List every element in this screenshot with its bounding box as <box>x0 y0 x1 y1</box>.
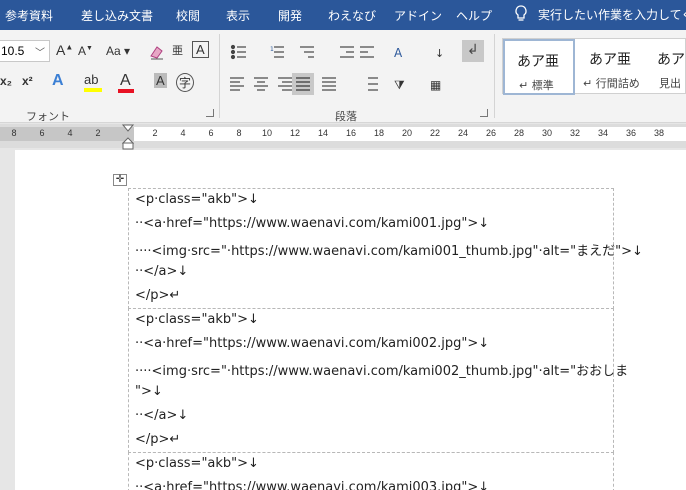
table-cell[interactable] <box>128 308 614 453</box>
ruler-tick: 28 <box>513 128 525 138</box>
ruler-tick: 36 <box>625 128 637 138</box>
ruler-tick: 8 <box>236 128 242 138</box>
code-line: ··<a·href="https://www.waenavi.com/kami0… <box>135 216 490 231</box>
ruler-tick: 24 <box>457 128 469 138</box>
change-case-label: Aa <box>106 44 121 58</box>
ruler-tick: 2 <box>152 128 158 138</box>
ruler-tick: 4 <box>67 128 73 138</box>
style-name: 見出 <box>659 77 681 90</box>
enclose-characters-icon[interactable]: 字 <box>176 73 195 92</box>
text-effects-icon[interactable]: A <box>52 72 64 90</box>
ruler-tick: 38 <box>653 128 665 138</box>
font-group-label: フォント <box>26 110 70 123</box>
style-sample: あア亜 <box>517 54 559 70</box>
group-divider <box>219 34 220 118</box>
svg-text:↓: ↓ <box>435 47 444 60</box>
svg-text:1: 1 <box>270 46 274 53</box>
ruler-tick: 4 <box>180 128 186 138</box>
code-line: ····<img·src="·https://www.waenavi.com/k… <box>135 244 643 259</box>
font-size-value: 10.5 <box>1 44 25 58</box>
paragraph-list-icons[interactable]: 1 A ↓ <box>230 44 450 60</box>
highlight-color-icon[interactable]: ab <box>84 72 98 87</box>
code-line: ··</a>↓ <box>135 264 189 279</box>
ruler-tick: 6 <box>39 128 45 138</box>
styles-gallery: あア亜 ↵ 標準 あア亜 ↵ 行間詰め あア 見出 <box>502 38 686 95</box>
code-line: ··<a·href="https://www.waenavi.com/kami0… <box>135 336 490 351</box>
ruler-tick: 18 <box>373 128 385 138</box>
tab-addins[interactable]: アドイン <box>394 7 442 24</box>
tab-view[interactable]: 表示 <box>226 7 250 24</box>
code-line: ····<img·src="·https://www.waenavi.com/k… <box>135 364 629 379</box>
change-case-button[interactable]: Aa ▾ <box>106 44 130 58</box>
font-color-swatch <box>118 89 134 93</box>
character-shading-icon[interactable]: A <box>154 73 167 88</box>
paragraph-align-icons[interactable]: ⧩ ▦ <box>230 76 460 92</box>
ruler-tick: 2 <box>95 128 101 138</box>
highlight-swatch <box>84 88 102 92</box>
tab-developer[interactable]: 開発 <box>278 7 302 24</box>
style-standard[interactable]: あア亜 ↵ 標準 <box>503 39 575 95</box>
justify-icon <box>296 77 310 91</box>
tab-help[interactable]: ヘルプ <box>456 7 492 24</box>
character-border-icon[interactable]: A <box>192 41 209 58</box>
code-line: ··</a>↓ <box>135 408 189 423</box>
code-line: </p>↵ <box>135 432 181 447</box>
tell-me-text: 実行したい作業を入力してくださ <box>538 7 686 22</box>
justify-button[interactable] <box>292 73 314 95</box>
table-move-handle-icon[interactable]: ✛ <box>113 174 127 186</box>
font-dialog-launcher-icon[interactable] <box>206 109 214 117</box>
code-line: ">↓ <box>135 384 163 399</box>
style-name: ↵ 標準 <box>519 79 554 92</box>
group-divider <box>494 34 495 118</box>
style-sample: あア亜 <box>589 52 631 68</box>
code-line: <p·class="akb">↓ <box>135 456 259 471</box>
style-name: ↵ 行間詰め <box>583 77 640 90</box>
ruler-tick: 10 <box>261 128 273 138</box>
style-sample: あア <box>657 52 685 68</box>
ruler-tick: 20 <box>401 128 413 138</box>
font-size-box[interactable]: 10.5 ﹀ <box>0 40 50 62</box>
ruler-tick: 32 <box>569 128 581 138</box>
shrink-font-button[interactable]: A▼ <box>78 44 93 58</box>
ruler-tick: 30 <box>541 128 553 138</box>
horizontal-ruler[interactable]: 8 6 4 2 2 4 6 8 10 12 14 16 18 20 22 24 … <box>0 124 686 148</box>
code-line: <p·class="akb">↓ <box>135 312 259 327</box>
paragraph-dialog-launcher-icon[interactable] <box>480 109 488 117</box>
svg-text:A: A <box>394 46 403 60</box>
ruler-tick: 14 <box>317 128 329 138</box>
grow-font-button[interactable]: A▲ <box>56 42 73 58</box>
tab-references[interactable]: 参考資料 <box>5 7 53 24</box>
indent-marker-icon[interactable] <box>122 124 134 150</box>
ruler-tick: 6 <box>208 128 214 138</box>
tab-waenavi[interactable]: わえなび <box>328 7 376 24</box>
tab-review[interactable]: 校閲 <box>176 7 200 24</box>
code-line: ··<a·href="https://www.waenavi.com/kami0… <box>135 480 490 490</box>
ruler-tick: 34 <box>597 128 609 138</box>
tab-mailings[interactable]: 差し込み文書 <box>81 7 153 24</box>
ruler-tick: 12 <box>289 128 301 138</box>
font-color-icon[interactable]: A <box>120 72 131 90</box>
svg-text:⧩: ⧩ <box>394 78 405 92</box>
paragraph-group-label: 段落 <box>335 110 357 123</box>
ruler-tick: 16 <box>345 128 357 138</box>
tell-me-box[interactable]: 実行したい作業を入力してくださ <box>514 5 686 23</box>
clear-formatting-icon[interactable] <box>148 43 166 61</box>
lightbulb-icon <box>515 5 527 21</box>
show-formatting-marks-button[interactable]: ↲ <box>462 40 484 62</box>
ruler-tick: 22 <box>429 128 441 138</box>
svg-text:▦: ▦ <box>430 78 441 92</box>
phonetic-guide-icon[interactable]: 亜 <box>172 42 183 58</box>
code-line: </p>↵ <box>135 288 181 303</box>
subscript-icon[interactable]: x₂ <box>0 74 12 88</box>
ribbon: 10.5 ﹀ A▲ A▼ Aa ▾ 亜 A x₂ x² A ab A A 字 フ… <box>0 30 686 123</box>
code-line: <p·class="akb">↓ <box>135 192 259 207</box>
superscript-icon[interactable]: x² <box>22 74 33 88</box>
ribbon-tab-bar: 参考資料 差し込み文書 校閲 表示 開発 わえなび アドイン ヘルプ 実行したい… <box>0 0 686 30</box>
ruler-tick: 8 <box>11 128 17 138</box>
chevron-down-icon[interactable]: ﹀ <box>35 44 45 59</box>
ruler-tick: 26 <box>485 128 497 138</box>
